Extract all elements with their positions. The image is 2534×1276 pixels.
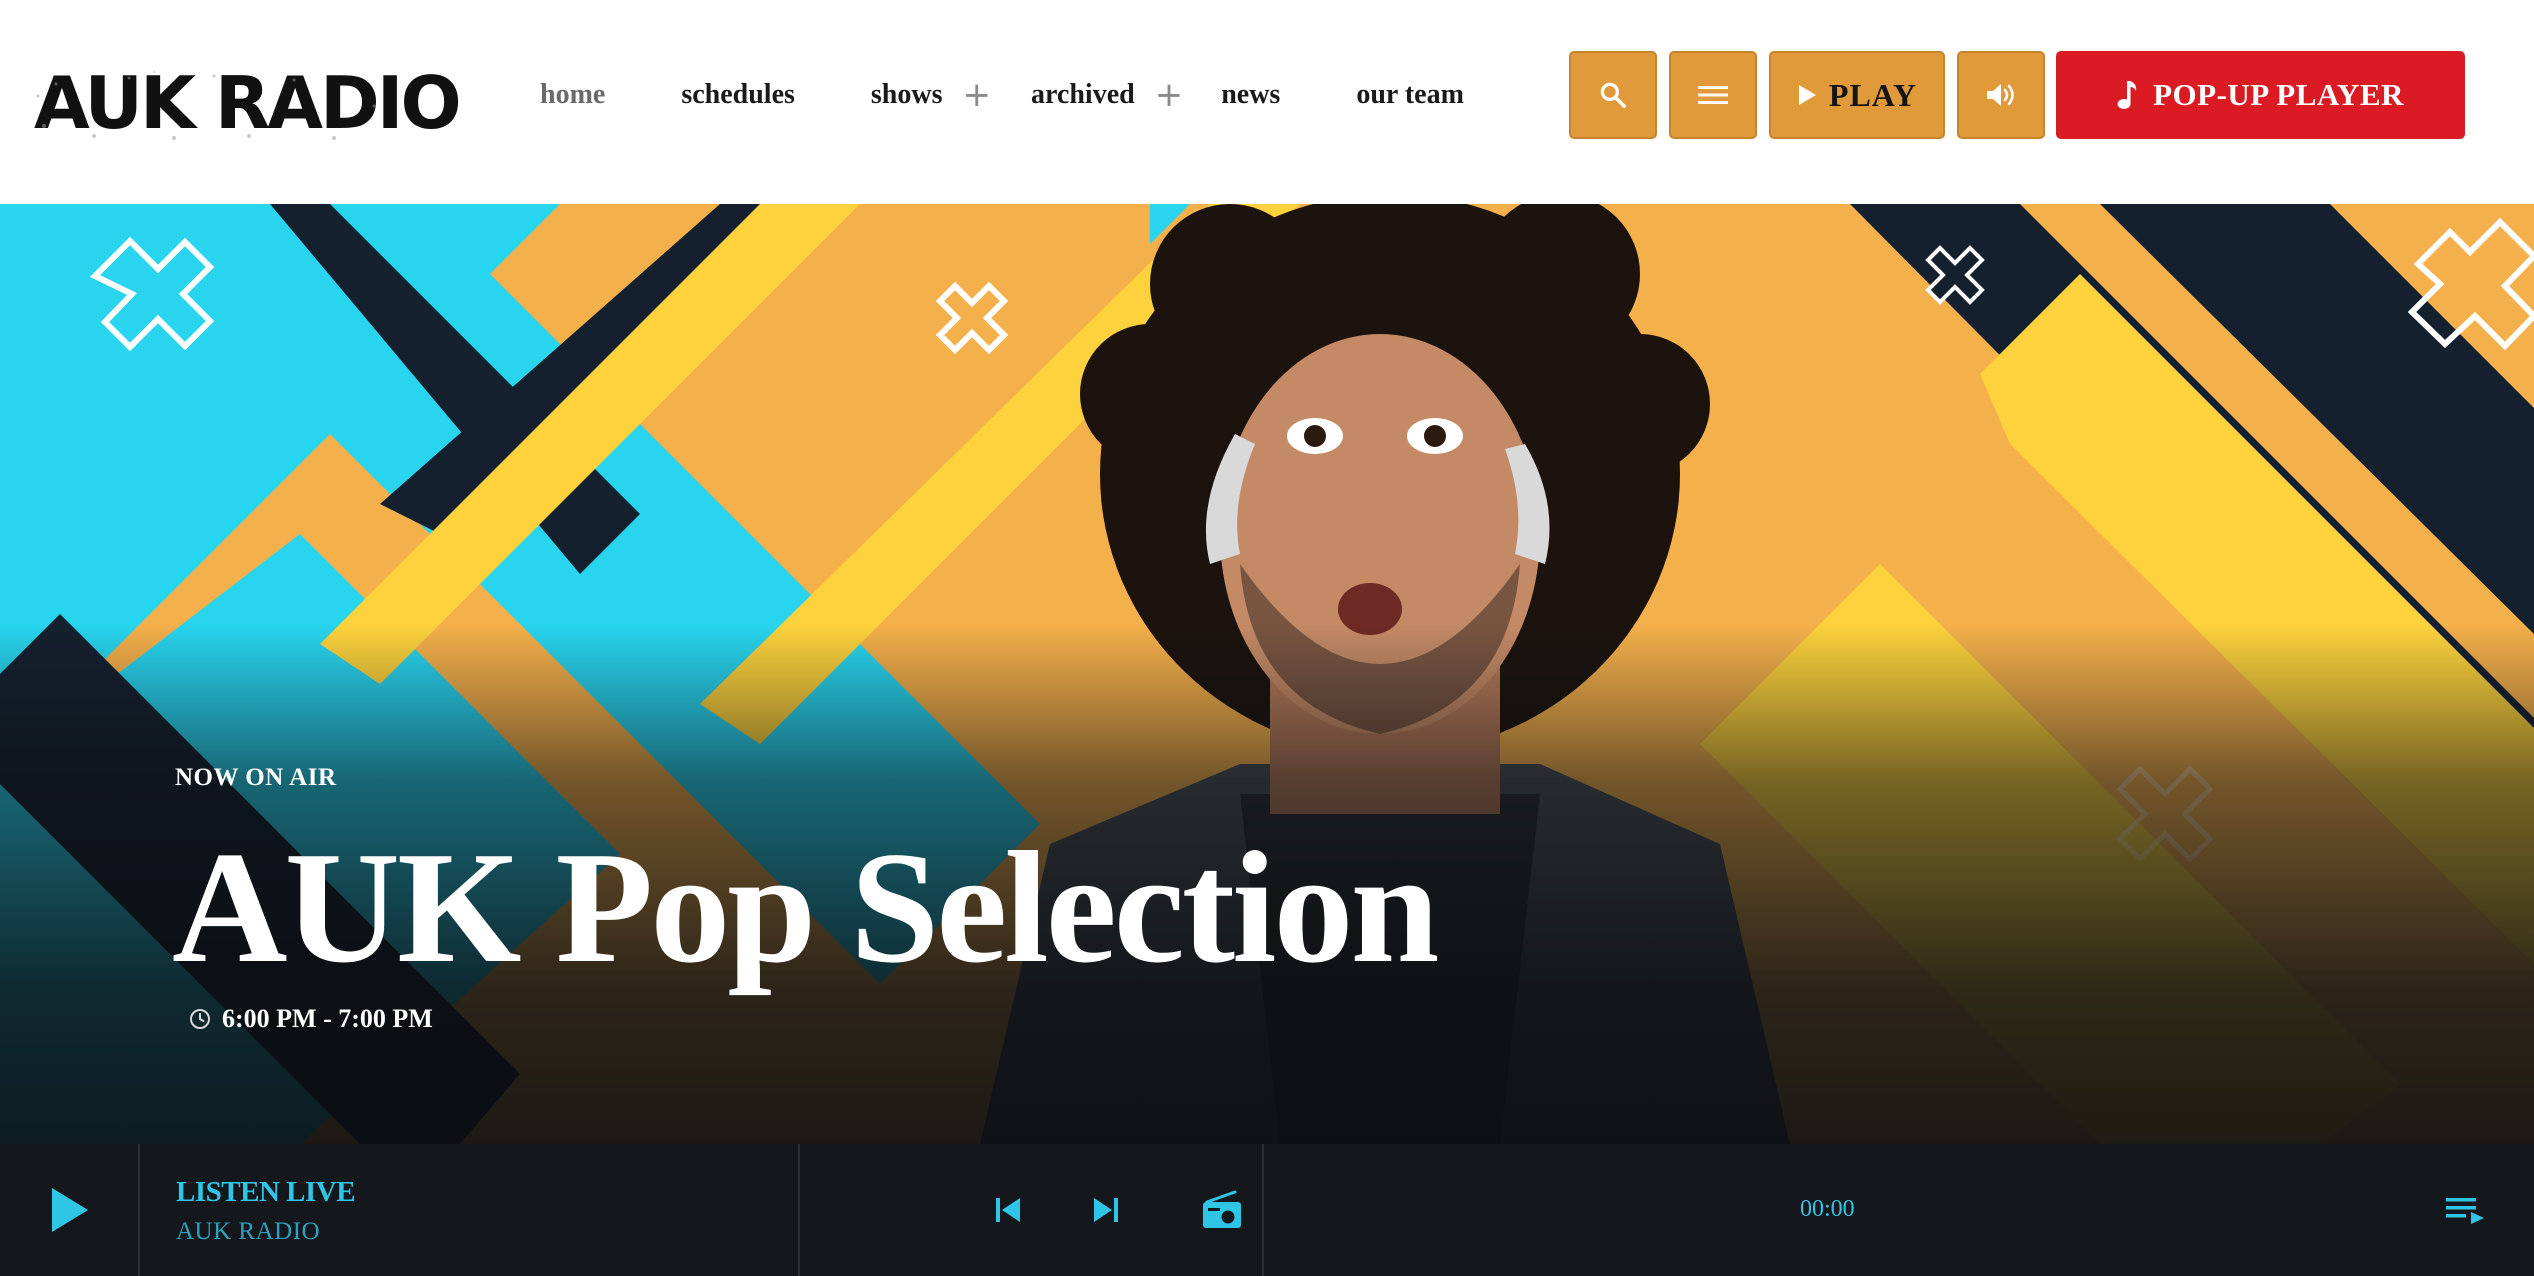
station-name: AUK RADIO: [176, 1218, 321, 1245]
shows-submenu-toggle[interactable]: +: [963, 78, 992, 112]
radio-icon: [1203, 1190, 1241, 1228]
player-play-button[interactable]: [40, 1180, 100, 1240]
search-icon: [1600, 82, 1626, 108]
nav-item-archived[interactable]: archived: [1031, 79, 1135, 111]
hero-banner: NOW ON AIR AUK Pop Selection 6:00 PM - 7…: [0, 204, 2534, 1144]
skip-previous-icon: [996, 1198, 1020, 1222]
music-note-icon: [2117, 81, 2137, 109]
site-logo[interactable]: AUK RADIO: [34, 58, 462, 148]
listen-live-label: LISTEN LIVE: [176, 1176, 356, 1208]
search-button[interactable]: [1569, 51, 1657, 139]
nav-item-news[interactable]: news: [1221, 79, 1280, 111]
playlist-icon: [2446, 1198, 2484, 1224]
playlist-button[interactable]: [2440, 1190, 2490, 1230]
clock-icon: [190, 1009, 210, 1029]
nav-item-shows[interactable]: shows: [871, 79, 943, 111]
play-icon: [1798, 85, 1816, 105]
player-divider: [798, 1144, 800, 1276]
main-navigation: home schedules shows + archived + news o…: [540, 70, 1464, 120]
player-divider: [1262, 1144, 1264, 1276]
site-header: AUK RADIO home schedules shows + archive…: [0, 0, 2534, 204]
nav-item-schedules[interactable]: schedules: [681, 79, 795, 111]
logo-splash-texture: [36, 71, 376, 140]
show-time-text: 6:00 PM - 7:00 PM: [222, 1004, 433, 1033]
popup-player-button[interactable]: POP-UP PLAYER: [2056, 51, 2465, 139]
radio-button[interactable]: [1196, 1184, 1248, 1236]
volume-icon: [1987, 84, 2014, 106]
playback-time: 00:00: [1800, 1196, 1855, 1222]
play-button-label: PLAY: [1828, 76, 1918, 113]
volume-button[interactable]: [1957, 51, 2045, 139]
previous-track-button[interactable]: [982, 1184, 1034, 1236]
popup-player-label: POP-UP PLAYER: [2153, 77, 2404, 112]
skip-next-icon: [1094, 1198, 1118, 1222]
show-title: AUK Pop Selection: [172, 818, 1439, 996]
play-icon: [52, 1188, 88, 1232]
player-divider: [138, 1144, 140, 1276]
nav-item-our-team[interactable]: our team: [1356, 79, 1464, 111]
nav-item-home[interactable]: home: [540, 79, 605, 111]
hamburger-menu-icon: [1698, 86, 1728, 104]
menu-button[interactable]: [1669, 51, 1757, 139]
live-player-bar: LISTEN LIVE AUK RADIO 00:00: [0, 1144, 2534, 1276]
now-on-air-label: NOW ON AIR: [175, 764, 337, 791]
next-track-button[interactable]: [1080, 1184, 1132, 1236]
show-time: 6:00 PM - 7:00 PM: [188, 1004, 433, 1034]
archived-submenu-toggle[interactable]: +: [1155, 78, 1184, 112]
play-button[interactable]: PLAY: [1769, 51, 1945, 139]
